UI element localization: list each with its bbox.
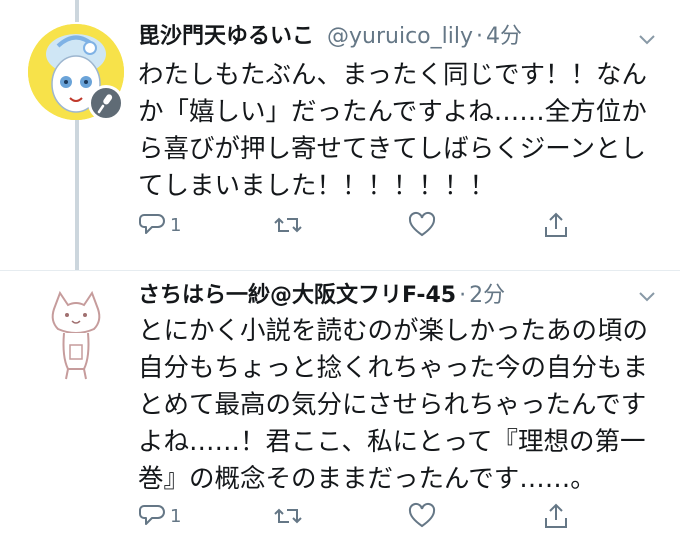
timestamp[interactable]: 2分 — [469, 283, 505, 308]
user-handle[interactable]: @yuruico_lily — [327, 24, 473, 49]
action-bar: 1 — [138, 208, 638, 242]
share-icon — [545, 212, 567, 237]
tweet-text: とにかく小説を読むのが楽しかったあの頃の 自分もちょっと捻くれちゃった今の自分も… — [138, 316, 649, 494]
retweet-icon — [274, 508, 302, 524]
heart-icon — [408, 502, 436, 528]
action-bar: 1 — [138, 499, 638, 533]
share-icon — [545, 503, 567, 528]
tweet-1[interactable]: 毘沙門天ゆるいこ @yuruico_lily · 4分 わたしもたぶん、まったく同じ… — [0, 0, 680, 270]
reply-icon — [139, 505, 165, 525]
tweet-header: 毘沙門天ゆるいこ @yuruico_lily · 4分 — [138, 22, 522, 52]
timestamp[interactable]: 4分 — [486, 24, 522, 49]
chevron-down-icon[interactable] — [638, 291, 656, 303]
reply-icon — [139, 214, 165, 234]
reply-count: 1 — [170, 214, 182, 236]
microphone-icon — [97, 94, 113, 114]
cat-sketch-avatar-icon — [51, 290, 101, 380]
share-button[interactable] — [542, 499, 570, 533]
avatar-sachihara[interactable] — [40, 287, 112, 383]
reply-count: 1 — [170, 505, 182, 527]
reply-button[interactable]: 1 — [138, 208, 181, 242]
reply-button[interactable]: 1 — [138, 499, 181, 533]
retweet-button[interactable] — [274, 208, 302, 242]
display-name[interactable]: さちはら一紗@大阪文フリF-45 — [138, 283, 456, 308]
tweet-2[interactable]: さちはら一紗@大阪文フリF-45 · 2分 とにかく小説を読むのが楽しかったあの頃の… — [0, 271, 680, 547]
chevron-down-icon[interactable] — [638, 34, 656, 46]
separator-dot: · — [476, 24, 483, 49]
share-button[interactable] — [542, 208, 570, 242]
like-button[interactable] — [408, 499, 436, 533]
retweet-button[interactable] — [274, 499, 302, 533]
mic-badge — [88, 85, 124, 121]
tweet-text: わたしもたぶん、まったく同じです！！なん か「嬉しい」だったんですよね……全方位… — [138, 60, 647, 201]
tweet-header: さちはら一紗@大阪文フリF-45 · 2分 — [138, 281, 505, 311]
heart-icon — [408, 211, 436, 237]
display-name[interactable]: 毘沙門天ゆるいこ — [138, 24, 314, 49]
retweet-icon — [274, 217, 302, 233]
separator-dot: · — [459, 283, 467, 308]
like-button[interactable] — [408, 208, 436, 242]
